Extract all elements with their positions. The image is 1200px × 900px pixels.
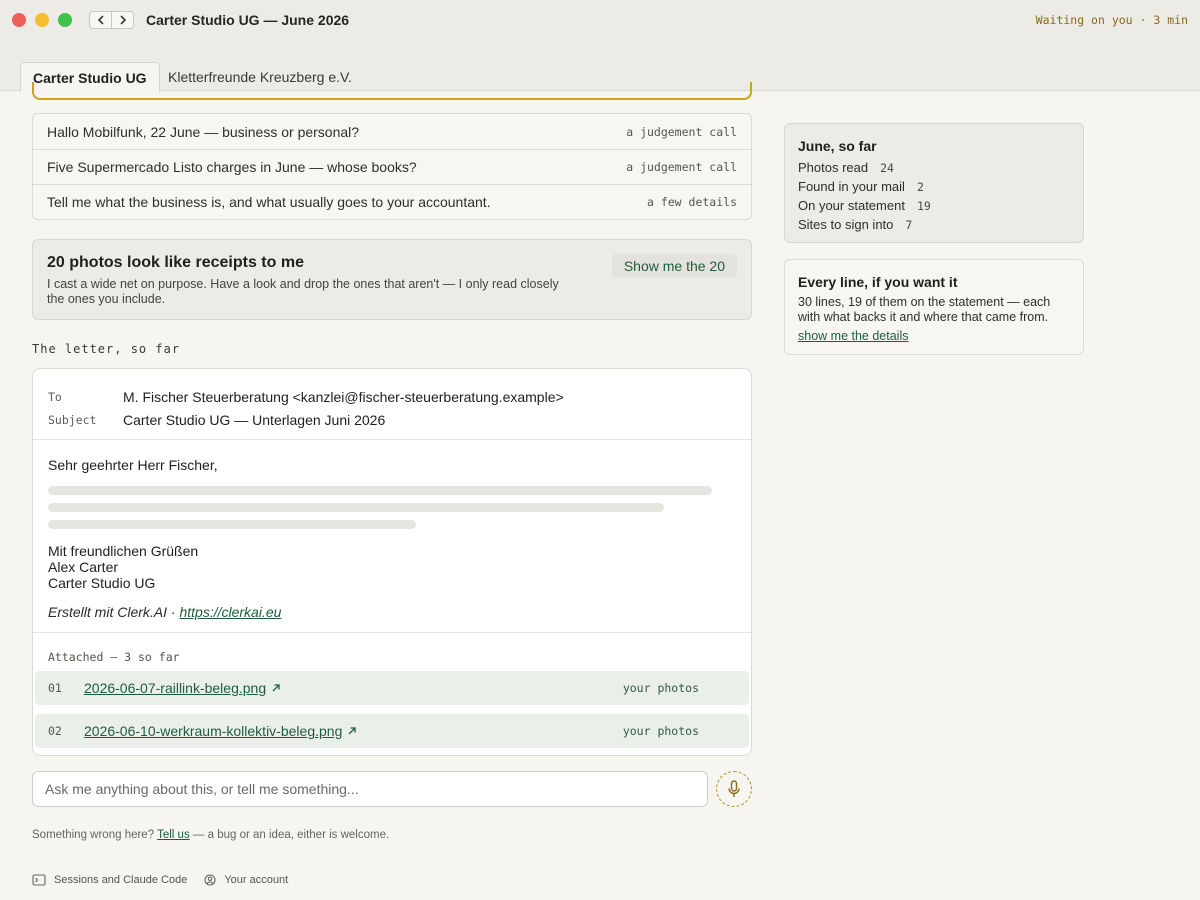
stat-label: Photos read (798, 160, 869, 175)
every-line-text: 30 lines, 19 of them on the statement — … (798, 295, 1051, 324)
forward-button[interactable] (111, 12, 133, 28)
letter-greeting: Sehr geehrter Herr Fischer, (48, 457, 218, 473)
stat-value: 2 (916, 179, 924, 194)
question-tag: a few details (646, 195, 737, 209)
sessions-link[interactable]: Sessions and Claude Code (32, 874, 187, 886)
user-circle-icon (204, 874, 216, 886)
question-item[interactable]: Five Supermercado Listo charges in June … (33, 149, 751, 184)
window-title: Carter Studio UG — June 2026 (146, 12, 350, 28)
attachment-source: your photos (622, 724, 699, 738)
microphone-button[interactable] (716, 771, 752, 807)
feedback-prefix: Something wrong here? (32, 829, 155, 841)
attachment-row: 01 2026-06-07-raillink-beleg.png your ph… (35, 671, 749, 705)
question-text: Hallo Mobilfunk, 22 June — business or p… (47, 123, 360, 140)
text-placeholder (48, 486, 712, 495)
minimize-window-button[interactable] (35, 13, 49, 27)
external-link-icon (347, 726, 357, 736)
sender-name: Alex Carter (48, 559, 119, 575)
letter-signature: Mit freundlichen Grüßen Alex Carter Cart… (48, 543, 736, 591)
account-label: Your account (224, 874, 289, 886)
stat-value: 7 (905, 217, 913, 232)
question-text: Five Supermercado Listo charges in June … (47, 159, 417, 175)
stat-row: On your statement 19 (798, 196, 1070, 215)
stats-title: June, so far (798, 138, 877, 154)
stat-row: Found in your mail 2 (798, 177, 1070, 196)
every-line-title: Every line, if you want it (798, 274, 958, 290)
letter-section-label: The letter, so far (32, 342, 181, 356)
made-with-line: Erstellt mit Clerk.AI · https://clerkai.… (48, 604, 736, 620)
subject-label: Subject (48, 412, 97, 427)
question-tag: a judgement call (626, 124, 737, 139)
letter-card: To M. Fischer Steuerberatung <kanzlei@fi… (32, 368, 752, 756)
external-link-icon (271, 683, 281, 693)
back-button[interactable] (90, 12, 111, 28)
attachment-number: 02 (48, 724, 62, 738)
stat-row: Photos read 24 (798, 158, 1070, 177)
receipts-card: 20 photos look like receipts to me I cas… (32, 239, 752, 320)
stat-value: 24 (880, 160, 894, 175)
to-label: To (48, 389, 62, 404)
attached-label: Attached — 3 so far (48, 650, 180, 664)
receipts-description: I cast a wide net on purpose. Have a loo… (47, 277, 559, 306)
attachment-source: your photos (622, 681, 699, 695)
tell-us-link[interactable]: Tell us (157, 829, 190, 841)
sessions-label: Sessions and Claude Code (54, 874, 188, 886)
clerk-link[interactable]: https://clerkai.eu (179, 604, 281, 620)
attachment-row: 02 2026-06-10-werkraum-kollektiv-beleg.p… (35, 714, 749, 748)
attachment-link[interactable]: 2026-06-07-raillink-beleg.png (84, 680, 266, 696)
letter-header: To M. Fischer Steuerberatung <kanzlei@fi… (33, 369, 751, 440)
footer: Sessions and Claude Code Your account (32, 874, 305, 886)
to-value: M. Fischer Steuerberatung <kanzlei@fisch… (123, 388, 564, 405)
question-tag: a judgement call (626, 160, 737, 174)
title-bar: Carter Studio UG — June 2026 Waiting on … (0, 0, 1200, 40)
question-item[interactable]: Tell me what the business is, and what u… (33, 184, 751, 219)
stat-label: Found in your mail (798, 179, 905, 194)
chevron-right-icon (120, 15, 126, 25)
show-receipts-button[interactable]: Show me the 20 (611, 254, 737, 278)
stat-value: 19 (916, 198, 931, 213)
text-placeholder (48, 520, 416, 529)
close-window-button[interactable] (12, 13, 26, 27)
chevron-left-icon (97, 15, 104, 25)
terminal-icon (32, 874, 46, 886)
history-nav (89, 11, 134, 29)
account-link[interactable]: Your account (204, 874, 288, 886)
question-list: Hallo Mobilfunk, 22 June — business or p… (32, 113, 752, 220)
letter-body: Sehr geehrter Herr Fischer, Mit freundli… (33, 440, 751, 633)
highlighted-card-edge (32, 82, 752, 100)
feedback-suffix: — a bug or an idea, either is welcome. (192, 829, 390, 841)
attachment-link[interactable]: 2026-06-10-werkraum-kollektiv-beleg.png (84, 723, 342, 739)
stat-label: On your statement (798, 198, 905, 213)
made-with-text: Erstellt mit Clerk.AI · (48, 604, 176, 620)
zoom-window-button[interactable] (58, 13, 72, 27)
ask-input[interactable]: Ask me anything about this, or tell me s… (32, 771, 708, 807)
text-placeholder (48, 503, 664, 512)
letter-closing: Mit freundlichen Grüßen (48, 543, 199, 559)
every-line-card: Every line, if you want it 30 lines, 19 … (784, 259, 1084, 355)
question-item[interactable]: Hallo Mobilfunk, 22 June — business or p… (33, 114, 751, 149)
stat-label: Sites to sign into (798, 217, 894, 232)
sender-company: Carter Studio UG (48, 575, 156, 591)
stats-card: June, so far Photos read 24 Found in you… (784, 123, 1084, 243)
subject-value: Carter Studio UG — Unterlagen Juni 2026 (123, 411, 386, 428)
question-text: Tell me what the business is, and what u… (47, 194, 491, 210)
microphone-icon (728, 780, 740, 797)
attachment-number: 01 (48, 681, 62, 695)
stat-row: Sites to sign into 7 (798, 215, 1070, 234)
show-details-link[interactable]: show me the details (798, 329, 908, 343)
status-indicator: Waiting on you · 3 min (1035, 13, 1188, 27)
feedback-line: Something wrong here? Tell us — a bug or… (32, 829, 389, 841)
